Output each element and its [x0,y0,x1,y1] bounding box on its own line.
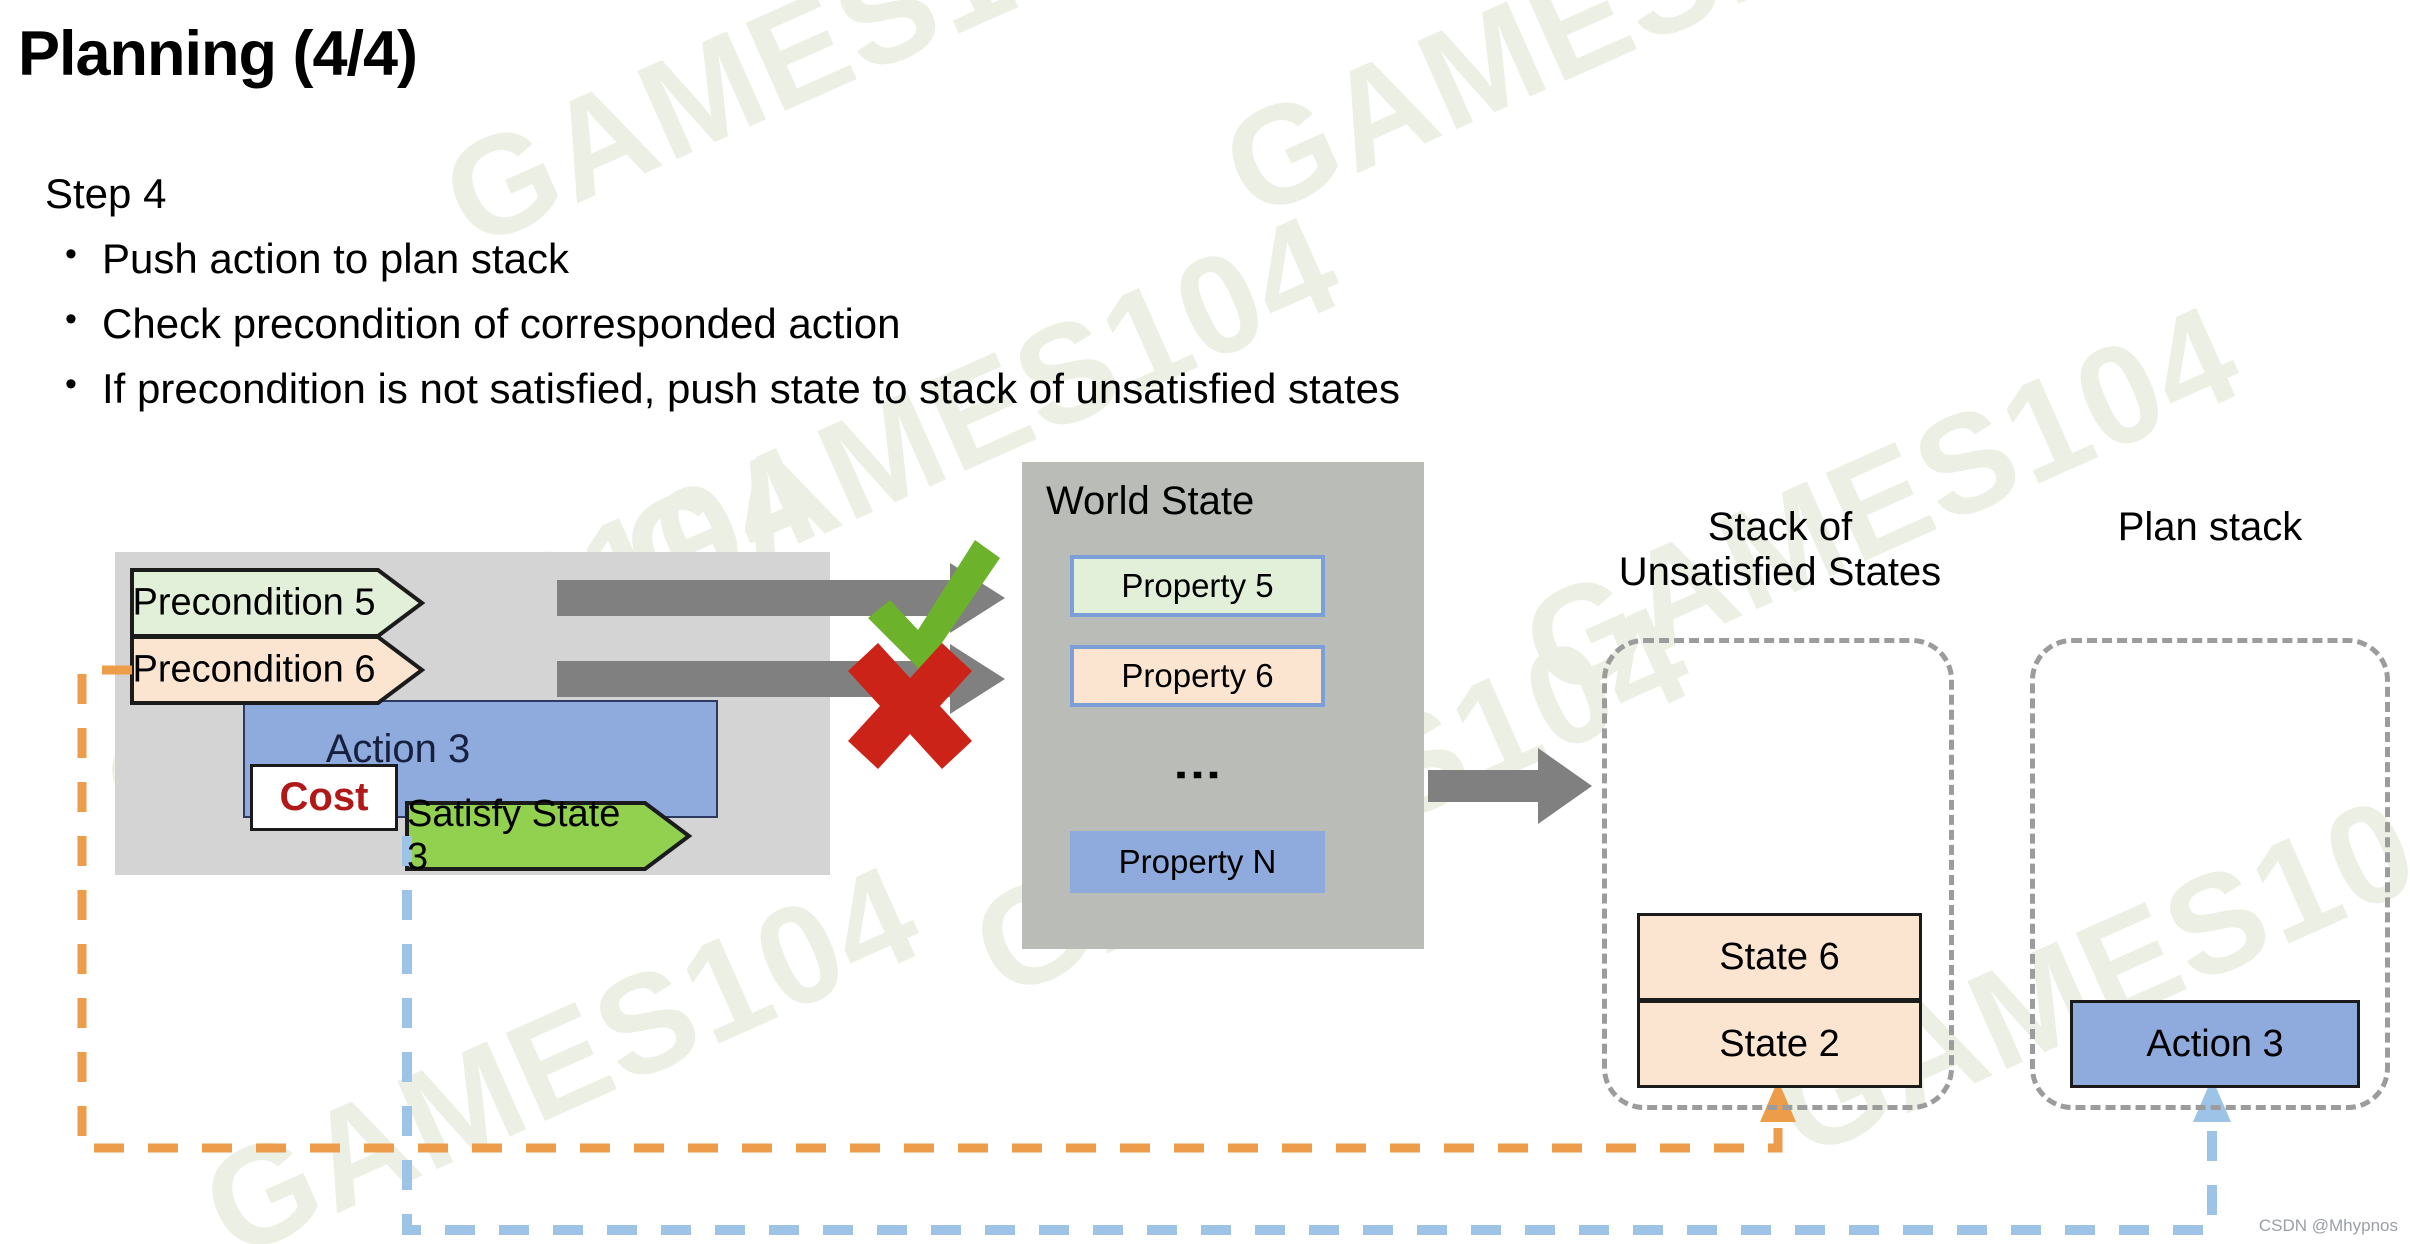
planning-diagram: Action 3 Precondition 5 Precondition 6 C… [0,0,2410,1244]
arrow-worldstate-to-unsatisfied-stack [1428,748,1592,824]
bullet-text: Check precondition of corresponded actio… [102,300,901,347]
credit-watermark: CSDN @Mhypnos [2258,1216,2398,1235]
plan-stack-title-line1: Plan stack [2117,505,2303,549]
world-state-property-5: Property 5 [1070,555,1325,617]
world-state-property-6: Property 6 [1070,645,1325,707]
satisfy-state-3-label: Satisfy State 3 [407,793,621,878]
precondition-5-label: Precondition 5 [132,581,376,624]
plan-stack-item-action-3: Action 3 [2070,1000,2360,1088]
bullet-marker-icon: • [65,300,77,338]
bullet-item: • Check precondition of corresponded act… [40,300,901,348]
precondition-5: Precondition 5 [132,570,422,636]
unsatisfied-stack-title-line2: Unsatisfied States [1618,549,1942,594]
plan-stack-title: Plan stack [2040,505,2380,550]
precondition-6: Precondition 6 [132,637,422,703]
step-label: Step 4 [45,170,167,217]
unsatisfied-stack-title: Stack of Unsatisfied States [1570,505,1990,595]
bullet-marker-icon: • [65,235,77,273]
world-state-title: World State [1046,479,1255,523]
unsatisfied-stack-title-line1: Stack of [1707,505,1853,549]
cost-box: Cost [250,764,398,831]
precondition-6-label: Precondition 6 [132,648,376,691]
world-state-ellipsis-icon: ⋮ [1171,751,1225,799]
bullet-item: • Push action to plan stack [40,235,569,283]
unsatisfied-stack-item-state-6: State 6 [1637,913,1922,1001]
bullet-item: • If precondition is not satisfied, push… [40,365,1400,413]
bullet-text: If precondition is not satisfied, push s… [102,365,1401,412]
page-title: Planning (4/4) [18,19,418,89]
world-state-property-n: Property N [1070,831,1325,893]
bullet-text: Push action to plan stack [102,235,569,282]
unsatisfied-stack-item-state-2: State 2 [1637,1000,1922,1088]
cost-label: Cost [279,775,369,819]
bullet-marker-icon: • [65,365,77,403]
